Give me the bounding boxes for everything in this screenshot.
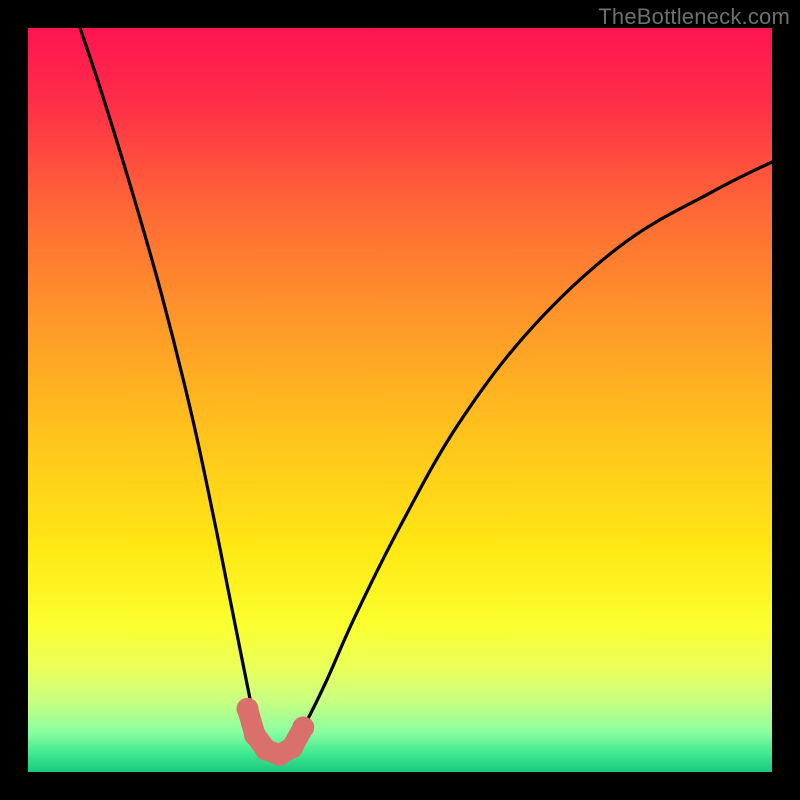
trough-markers [236, 698, 314, 766]
trough-marker-dot [292, 716, 314, 738]
watermark-text: TheBottleneck.com [598, 4, 790, 30]
chart-frame: TheBottleneck.com [0, 0, 800, 800]
curve-line [80, 28, 772, 757]
plot-area [28, 28, 772, 772]
bottleneck-curve [28, 28, 772, 772]
trough-marker-dot [281, 736, 303, 758]
trough-marker-dot [236, 698, 258, 720]
